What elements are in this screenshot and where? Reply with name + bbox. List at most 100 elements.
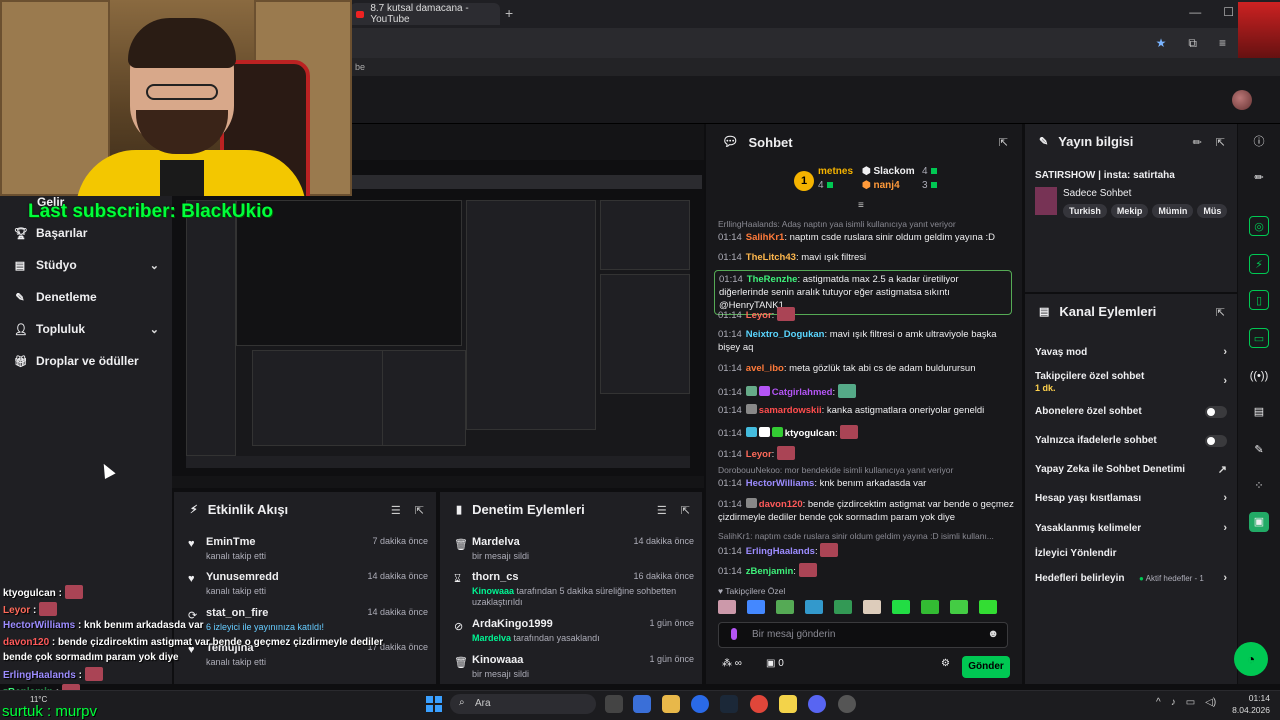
steam-icon[interactable] (720, 695, 738, 713)
bookmark-star-icon[interactable]: ★ (1156, 36, 1167, 51)
mod-user[interactable]: Mardelva (472, 536, 520, 548)
msg-user[interactable]: davon120 (759, 499, 803, 510)
popout-icon[interactable]: ⇱ (999, 136, 1008, 149)
edit-icon[interactable]: ✏ (1249, 168, 1269, 188)
extensions-icon[interactable]: ⧉ (1188, 36, 1197, 51)
action-slow-mode[interactable]: Yavaş mod › (1035, 346, 1227, 358)
action-account-age[interactable]: Hesap yaşı kısıtlaması › (1035, 492, 1227, 504)
sidebar-item-achievements[interactable]: 🏆︎ Başarılar (14, 226, 159, 240)
windows-start-icon[interactable] (426, 696, 442, 712)
volume-icon[interactable]: ◁) (1205, 697, 1216, 708)
edit-icon[interactable]: ✏ (1193, 136, 1202, 149)
task-view-icon[interactable] (605, 695, 623, 713)
chat-bubble-icon[interactable]: ▭ (1249, 328, 1269, 348)
chat-input[interactable]: Bir mesaj gönderin ☻ (718, 622, 1008, 648)
emote-button[interactable] (979, 600, 997, 614)
msg-user[interactable]: HectorWilliams (746, 478, 815, 489)
msg-user[interactable]: avel_ibo (746, 363, 784, 374)
minimize-icon[interactable]: — (1189, 5, 1201, 19)
maximize-icon[interactable]: ☐ (1223, 5, 1234, 19)
emote-button[interactable] (718, 600, 736, 614)
mod-user[interactable]: Kinowaaa (472, 654, 523, 666)
info-icon[interactable]: ⓘ (1249, 132, 1269, 152)
media-icon[interactable]: ≡ (1219, 36, 1226, 51)
clip-icon[interactable]: ◎ (1249, 216, 1269, 236)
display-icon[interactable]: ▭ (1186, 697, 1195, 708)
popout-icon[interactable]: ⇱ (1216, 306, 1225, 319)
action-ai-moderation[interactable]: Yapay Zeka ile Sohbet Denetimi ↗ (1035, 464, 1227, 476)
browser-tab[interactable]: 8.7 kutsal damacana - YouTube (350, 3, 500, 25)
subscribers-only-toggle[interactable] (1205, 406, 1227, 418)
moderator-name[interactable]: Mardelva (472, 633, 511, 643)
avatar[interactable] (1232, 90, 1252, 110)
popout-icon[interactable]: ⇱ (415, 504, 424, 517)
help-icon[interactable]: ◔ (1234, 642, 1268, 676)
action-followers-only[interactable]: Takipçilere özel sohbet 1 dk. › (1035, 371, 1227, 393)
msg-user[interactable]: TheRenzhe (747, 274, 798, 285)
mic-icon[interactable]: ♪ (1171, 697, 1176, 708)
stream-category[interactable]: Sadece Sohbet (1063, 188, 1131, 199)
sidebar-item-drops[interactable]: 🎁︎ Droplar ve ödüller (14, 354, 159, 368)
community-icon[interactable]: ⁘ (1249, 476, 1269, 496)
sidebar-item-community[interactable]: 👤︎ Topluluk ⌄ (14, 322, 159, 336)
sidebar-item-studio[interactable]: ▤ Stüdyo ⌄ (14, 258, 159, 272)
gear-icon[interactable]: ⚙ (941, 658, 950, 669)
action-banned-words[interactable]: Yasaklanmış kelimeler › (1035, 522, 1227, 534)
taskbar-search[interactable]: ⌕ Ara (450, 694, 596, 714)
marker-icon[interactable]: ▯ (1249, 290, 1269, 310)
taskbar-clock[interactable]: 01:14 8.04.2026 (1232, 692, 1270, 716)
leaderboard-toggle-icon[interactable]: ≡ (858, 200, 864, 211)
filter-icon[interactable]: ☰ (657, 504, 667, 517)
new-tab-button[interactable]: + (505, 5, 513, 21)
emote-only-toggle[interactable] (1205, 435, 1227, 447)
tag[interactable]: Turkish (1063, 204, 1107, 218)
chrome-icon[interactable] (750, 695, 768, 713)
emote-button[interactable] (950, 600, 968, 614)
extension-icon[interactable]: ▣ (1249, 512, 1269, 532)
discord-icon[interactable] (808, 695, 826, 713)
msg-user[interactable]: Leyor (746, 449, 772, 460)
app-icon[interactable] (691, 695, 709, 713)
chevron-up-icon[interactable]: ^ (1156, 697, 1161, 708)
popout-icon[interactable]: ⇱ (681, 504, 690, 517)
action-raid[interactable]: İzleyici Yönlendir (1035, 548, 1227, 559)
wrench-icon[interactable]: ✎ (1249, 440, 1269, 460)
send-button[interactable]: Gönder (962, 656, 1010, 678)
msg-user[interactable]: TheLitch43 (746, 252, 796, 263)
msg-user[interactable]: Neixtro_Dogukan (746, 329, 825, 340)
app-icon[interactable] (838, 695, 856, 713)
chat-leaderboard[interactable]: 1 metnes 4 ⬢ Slackom 4 ⬢ nanj4 3 (794, 166, 954, 200)
action-goals[interactable]: Hedefleri belirleyin ● Aktif hedefler - 1… (1035, 572, 1227, 584)
msg-user[interactable]: Catgirlahmed (772, 387, 833, 398)
lightning-icon[interactable]: ⚡︎ (1249, 254, 1269, 274)
file-explorer-icon[interactable] (662, 695, 680, 713)
popout-icon[interactable]: ⇱ (1216, 136, 1225, 149)
mod-user[interactable]: ArdaKingo1999 (472, 618, 553, 630)
emote-picker-icon[interactable]: ☻ (987, 628, 999, 640)
mod-user[interactable]: thorn_cs (472, 571, 518, 583)
activity-user[interactable]: EminTme (206, 536, 256, 548)
tag[interactable]: Mümin (1152, 204, 1194, 218)
filter-icon[interactable]: ☰ (391, 504, 401, 517)
msg-user[interactable]: ErlingHaalands (746, 546, 815, 557)
emote-button[interactable] (892, 600, 910, 614)
channel-points[interactable]: ⁂ ∞ (722, 658, 742, 669)
emote-button[interactable] (805, 600, 823, 614)
moderator-name[interactable]: Kinowaaa (472, 586, 514, 596)
emote-button[interactable] (863, 600, 881, 614)
emote-button[interactable] (921, 600, 939, 614)
calculator-icon[interactable] (633, 695, 651, 713)
msg-user[interactable]: SalihKr1 (746, 232, 785, 243)
notes-icon[interactable] (779, 695, 797, 713)
gift-counter[interactable]: ▣ 0 (766, 658, 784, 669)
tag[interactable]: Müs (1197, 204, 1228, 218)
broadcast-icon[interactable]: ((•)) (1249, 366, 1269, 386)
msg-user[interactable]: ktyogulcan (785, 428, 835, 439)
msg-user[interactable]: samardowskii (759, 405, 822, 416)
msg-user[interactable]: Leyor (746, 310, 772, 321)
tag[interactable]: Mekip (1110, 204, 1149, 218)
msg-user[interactable]: zBenjamin (746, 566, 794, 577)
stack-icon[interactable]: ▤ (1249, 402, 1269, 422)
emote-button[interactable] (747, 600, 765, 614)
category-box-art[interactable] (1035, 187, 1057, 215)
